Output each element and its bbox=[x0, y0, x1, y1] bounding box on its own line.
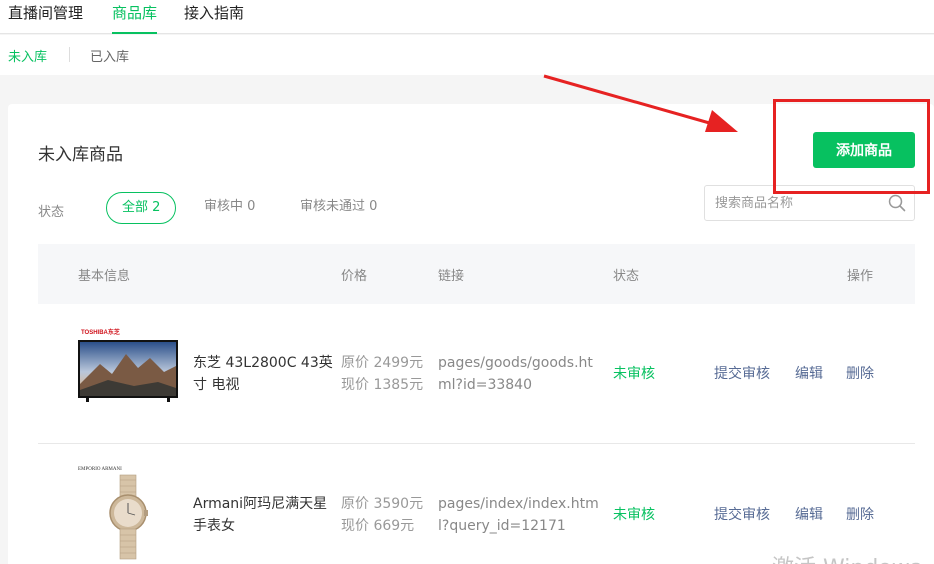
header-basic-info: 基本信息 bbox=[78, 269, 131, 284]
original-price: 原价 3590元 bbox=[341, 496, 424, 512]
product-name: Armani阿玛尼满天星手表女 bbox=[193, 496, 328, 534]
delete-link[interactable]: 删除 bbox=[846, 504, 874, 526]
current-price: 现价 669元 bbox=[341, 518, 415, 534]
status-badge: 未审核 bbox=[613, 366, 655, 382]
edit-link[interactable]: 编辑 bbox=[795, 504, 823, 526]
subtab-divider bbox=[69, 47, 70, 62]
watch-brand-label: EMPORIO ARMANI bbox=[78, 467, 122, 472]
subtab-stocked[interactable]: 已入库 bbox=[90, 46, 129, 65]
header-status: 状态 bbox=[613, 269, 640, 284]
page-title: 未入库商品 bbox=[38, 145, 123, 165]
search-box bbox=[704, 185, 915, 221]
submit-review-link[interactable]: 提交审核 bbox=[714, 363, 770, 385]
product-link: pages/index/index.html?query_id=12171 bbox=[438, 496, 599, 534]
top-nav: 直播间管理 商品库 接入指南 bbox=[0, 0, 934, 34]
header-actions: 操作 bbox=[847, 269, 874, 284]
header-price: 价格 bbox=[341, 269, 368, 284]
tab-live-room-management[interactable]: 直播间管理 bbox=[8, 4, 83, 34]
tab-product-library[interactable]: 商品库 bbox=[112, 4, 158, 34]
table-row: EMPORIO ARMANI Armani阿玛尼满天星手表女 原价 3590元 … bbox=[38, 445, 915, 564]
subtab-not-stocked[interactable]: 未入库 bbox=[8, 46, 47, 65]
delete-link[interactable]: 删除 bbox=[846, 363, 874, 385]
table-row: TOSHIBA东芝 东芝 43L2800C 43英寸 电视 原价 2499元 现… bbox=[38, 304, 915, 444]
table-header: 基本信息 价格 链接 状态 操作 bbox=[38, 244, 915, 304]
submit-review-link[interactable]: 提交审核 bbox=[714, 504, 770, 526]
tv-product-image: TOSHIBA东芝 bbox=[78, 328, 178, 402]
sub-nav: 未入库 已入库 bbox=[0, 35, 934, 75]
original-price: 原价 2499元 bbox=[341, 355, 424, 371]
product-price: 原价 3590元 现价 669元 bbox=[341, 493, 436, 537]
product-name: 东芝 43L2800C 43英寸 电视 bbox=[193, 355, 333, 393]
status-badge: 未审核 bbox=[613, 507, 655, 523]
add-product-button[interactable]: 添加商品 bbox=[813, 132, 915, 168]
product-link: pages/goods/goods.html?id=33840 bbox=[438, 355, 593, 393]
search-input[interactable] bbox=[715, 194, 880, 212]
search-icon[interactable] bbox=[888, 194, 906, 212]
tv-brand-label: TOSHIBA东芝 bbox=[81, 328, 120, 336]
status-filter-label: 状态 bbox=[38, 205, 65, 220]
windows-activation-watermark: 激活 Windows bbox=[772, 550, 921, 564]
product-price: 原价 2499元 现价 1385元 bbox=[341, 352, 436, 396]
current-price: 现价 1385元 bbox=[341, 377, 424, 393]
filter-reviewing[interactable]: 审核中 0 bbox=[204, 192, 255, 224]
filter-rejected[interactable]: 审核未通过 0 bbox=[300, 192, 377, 224]
header-link: 链接 bbox=[438, 269, 465, 284]
product-card: 未入库商品 添加商品 状态 全部 2 审核中 0 审核未通过 0 基本信息 价格… bbox=[8, 104, 934, 564]
watch-product-image: EMPORIO ARMANI bbox=[78, 467, 148, 560]
tab-access-guide[interactable]: 接入指南 bbox=[184, 4, 244, 34]
edit-link[interactable]: 编辑 bbox=[795, 363, 823, 385]
filter-all[interactable]: 全部 2 bbox=[106, 192, 177, 224]
